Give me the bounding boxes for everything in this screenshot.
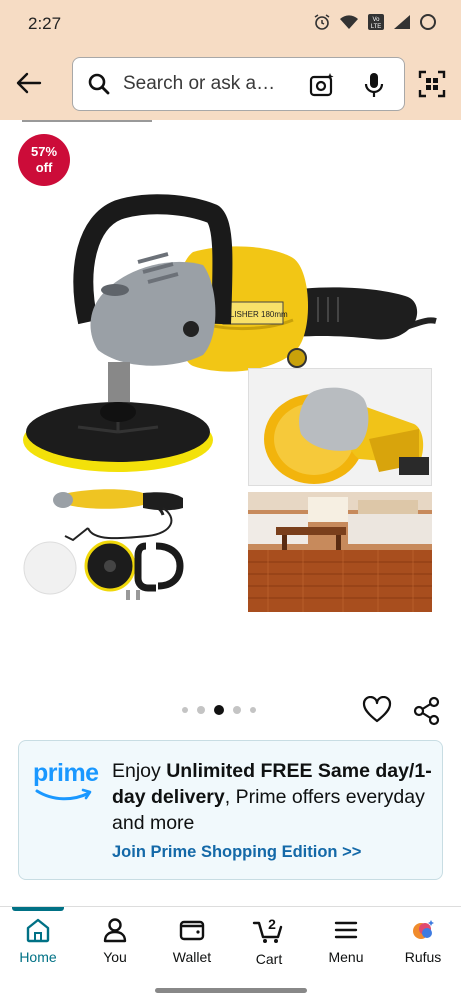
floor-result-image <box>248 492 432 612</box>
prime-logo: prime <box>33 759 105 807</box>
wallet-icon <box>179 920 205 941</box>
nav-rufus[interactable]: Rufus <box>388 917 458 965</box>
prime-text-prefix: Enjoy <box>112 760 167 782</box>
carousel-dot[interactable] <box>233 706 241 714</box>
svg-text:Vo: Vo <box>372 17 380 23</box>
prime-offer-text: Enjoy Unlimited FREE Same day/1-day deli… <box>112 758 432 836</box>
carousel-dot[interactable] <box>182 707 188 713</box>
qr-scan-icon <box>418 70 446 98</box>
menu-icon <box>334 921 358 939</box>
prime-promo-card[interactable]: prime Enjoy Unlimited FREE Same day/1-da… <box>18 740 443 880</box>
scan-button[interactable] <box>418 70 446 103</box>
camera-icon <box>309 73 334 97</box>
image-carousel-dots <box>182 705 256 715</box>
camera-search-button[interactable] <box>308 71 336 104</box>
carousel-dot-active[interactable] <box>214 705 224 715</box>
wifi-icon <box>339 14 359 35</box>
svg-text:LTE: LTE <box>371 24 382 30</box>
product-accessories-image <box>23 489 184 600</box>
nav-cart[interactable]: 2 Cart <box>234 917 304 967</box>
app-header: Search or ask a… <box>0 48 461 120</box>
alarm-icon <box>313 13 331 36</box>
prime-logo-text: prime <box>33 759 99 787</box>
signal-icon <box>393 14 411 35</box>
nav-menu[interactable]: Menu <box>311 917 381 965</box>
nav-rufus-label: Rufus <box>404 949 442 965</box>
search-placeholder: Search or ask a… <box>123 73 276 94</box>
product-usage-image <box>249 369 431 485</box>
nav-home-label: Home <box>19 949 57 965</box>
voice-search-button[interactable] <box>362 71 386 104</box>
person-icon <box>103 918 127 943</box>
gesture-home-bar[interactable] <box>155 988 307 993</box>
prime-smile-icon <box>35 788 92 801</box>
join-prime-link[interactable]: Join Prime Shopping Edition >> <box>112 843 361 862</box>
battery-icon <box>419 13 437 36</box>
nav-cart-label: Cart <box>255 951 283 967</box>
bottom-navigation: Home You Wallet 2 Cart Menu Rufus <box>0 907 461 979</box>
back-arrow-icon <box>16 72 42 94</box>
carousel-dot[interactable] <box>250 707 256 713</box>
nav-you[interactable]: You <box>80 917 150 965</box>
rufus-icon <box>413 920 434 939</box>
nav-home[interactable]: Home <box>3 917 73 965</box>
active-tab-indicator <box>12 907 64 911</box>
heart-icon <box>362 695 392 723</box>
back-button[interactable] <box>14 68 44 98</box>
microphone-icon <box>364 73 384 97</box>
nav-you-label: You <box>103 949 127 965</box>
cart-icon: 2 <box>252 917 283 943</box>
share-icon <box>413 696 440 726</box>
cart-count-badge: 2 <box>268 917 276 932</box>
volte-icon: Vo LTE <box>367 13 385 36</box>
status-time: 2:27 <box>28 14 62 33</box>
search-input[interactable]: Search or ask a… <box>72 57 405 111</box>
nav-wallet-label: Wallet <box>172 949 212 965</box>
status-bar: 2:27 Vo LTE <box>0 0 461 48</box>
nav-menu-label: Menu <box>328 949 364 965</box>
discount-percent: 57% <box>30 144 58 159</box>
product-thumbnail-floor[interactable] <box>248 492 432 612</box>
product-image-gallery[interactable]: 57% off POLISHER 180mm <box>0 122 461 690</box>
share-button[interactable] <box>413 696 441 731</box>
product-thumbnail-in-use[interactable] <box>248 368 432 486</box>
status-icons: Vo LTE <box>313 13 437 36</box>
wishlist-button[interactable] <box>362 695 392 729</box>
nav-wallet[interactable]: Wallet <box>157 917 227 965</box>
home-icon <box>26 918 50 943</box>
carousel-dot[interactable] <box>197 706 205 714</box>
search-icon <box>88 73 110 95</box>
